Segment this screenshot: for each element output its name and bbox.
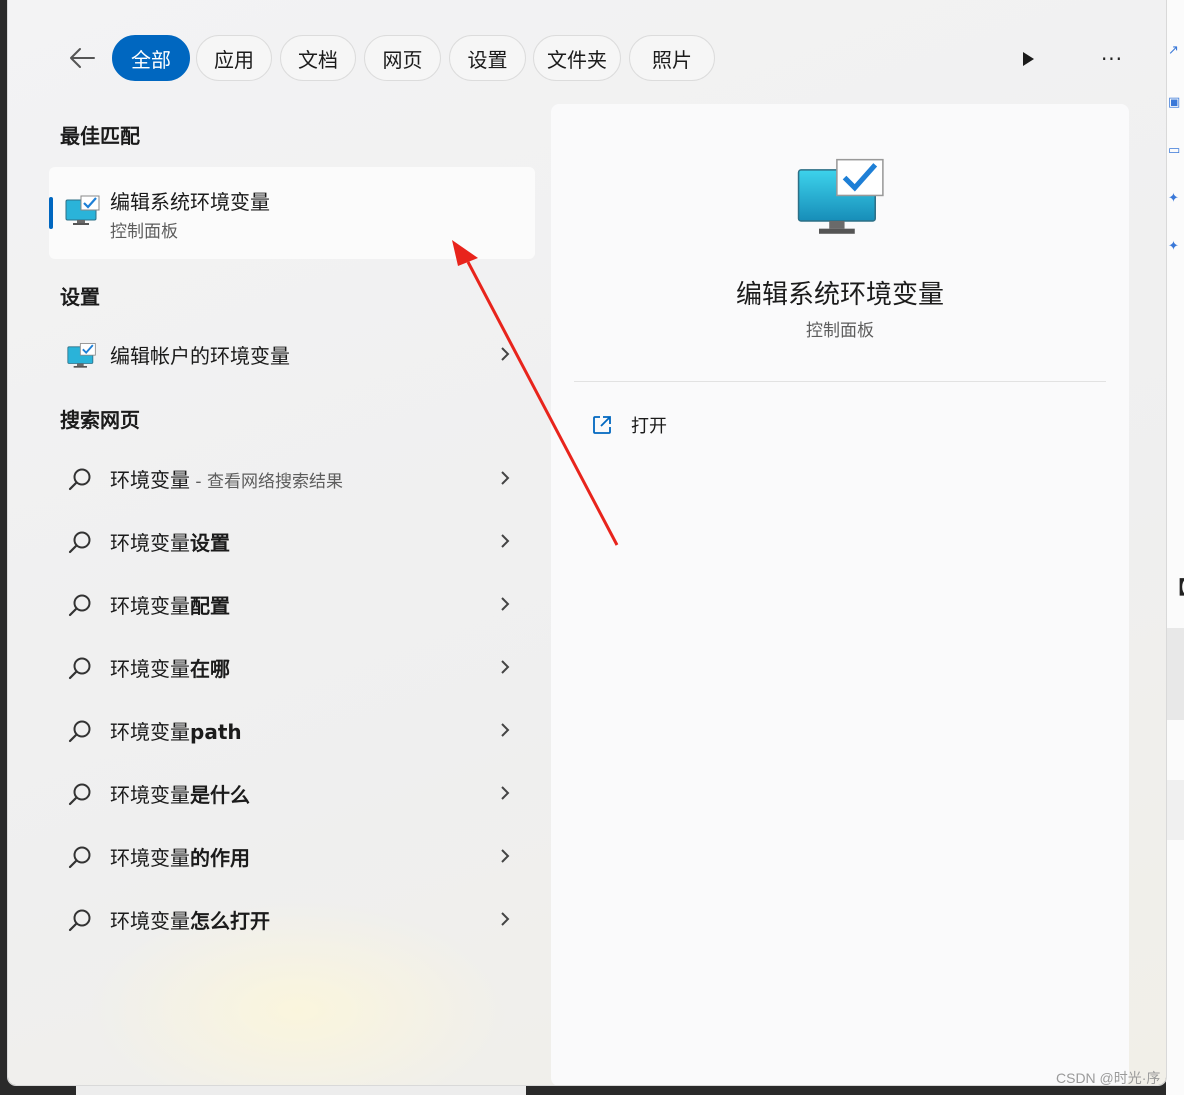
search-icon — [68, 594, 91, 617]
web-result-row[interactable]: 环境变量 - 查看网络搜索结果 — [49, 450, 535, 506]
chevron-right-icon — [501, 786, 510, 800]
chevron-right-icon — [501, 347, 510, 361]
result-subtitle: 控制面板 — [110, 222, 178, 242]
query-suggestion: path — [190, 720, 242, 744]
preview-subtitle: 控制面板 — [806, 321, 874, 341]
web-result-row[interactable]: 环境变量设置 — [49, 513, 535, 569]
web-result-row[interactable]: 环境变量在哪 — [49, 639, 535, 695]
query-text: 环境变量 — [110, 594, 190, 618]
background-text: 【 — [1168, 574, 1184, 600]
section-heading-best-match: 最佳匹配 — [60, 124, 140, 148]
query-text: 环境变量 — [110, 720, 190, 744]
web-result-text: 环境变量的作用 — [110, 842, 250, 871]
web-result-row[interactable]: 环境变量怎么打开 — [49, 891, 535, 947]
divider — [574, 381, 1106, 382]
web-result-row[interactable]: 环境变量path — [49, 702, 535, 758]
pin-icon: ✦ — [1168, 239, 1179, 254]
best-match-result[interactable]: 编辑系统环境变量 控制面板 — [49, 167, 535, 259]
search-icon — [68, 909, 91, 932]
selection-indicator — [49, 197, 53, 229]
background-window: ↗ ▣ ▭ ✦ ✦ 【 — [1166, 0, 1184, 1095]
chevron-right-icon — [501, 723, 510, 737]
chevron-right-icon — [501, 597, 510, 611]
web-result-text: 环境变量 - 查看网络搜索结果 — [110, 464, 343, 493]
search-flyout: 全部 应用 文档 网页 设置 文件夹 照片 ··· 最佳匹配 编辑系统环境变量 控制面板 设… — [8, 0, 1166, 1085]
background-block — [1166, 780, 1184, 840]
monitor-checkmark-icon — [65, 195, 100, 225]
query-text: 环境变量 — [110, 657, 190, 681]
web-result-text: 环境变量怎么打开 — [110, 905, 270, 934]
section-heading-web: 搜索网页 — [60, 408, 140, 432]
open-external-icon — [593, 416, 611, 434]
pin-icon: ✦ — [1168, 191, 1179, 206]
open-external-icon: ↗ — [1168, 43, 1179, 58]
shield-icon: ▣ — [1168, 95, 1181, 110]
query-text: 环境变量 — [110, 531, 190, 555]
watermark: CSDN @时光·序 — [1056, 1070, 1161, 1086]
search-icon — [68, 846, 91, 869]
chevron-right-icon — [501, 660, 510, 674]
open-label: 打开 — [631, 416, 667, 437]
query-suggestion: 配置 — [190, 594, 230, 618]
search-icon — [68, 783, 91, 806]
filter-tab[interactable]: 应用 — [196, 35, 272, 81]
search-icon — [68, 468, 91, 491]
section-heading-settings: 设置 — [60, 285, 100, 309]
search-icon — [68, 720, 91, 743]
taskbar-edge — [76, 1086, 526, 1095]
chevron-right-icon — [501, 912, 510, 926]
open-action[interactable]: 打开 — [591, 410, 667, 440]
query-suggestion: 在哪 — [190, 657, 230, 681]
more-options-button[interactable]: ··· — [1094, 44, 1130, 74]
result-title: 编辑帐户的环境变量 — [110, 344, 290, 368]
folder-icon: ▭ — [1168, 143, 1181, 158]
background-block — [1166, 628, 1184, 720]
query-text: 环境变量 — [110, 468, 190, 492]
more-horizontal-icon: ··· — [1100, 47, 1124, 71]
query-suggestion: 是什么 — [190, 783, 250, 807]
search-icon — [68, 531, 91, 554]
web-result-row[interactable]: 环境变量是什么 — [49, 765, 535, 821]
play-button[interactable] — [1013, 44, 1043, 74]
filter-tab[interactable]: 网页 — [364, 35, 441, 81]
preview-title: 编辑系统环境变量 — [735, 280, 944, 310]
preview-pane: 编辑系统环境变量 控制面板 打开 — [551, 104, 1129, 1085]
search-icon — [68, 657, 91, 680]
arrow-left-icon — [70, 48, 95, 68]
web-result-text: 环境变量是什么 — [110, 779, 250, 808]
search-hint: - 查看网络搜索结果 — [190, 472, 343, 492]
chevron-right-icon — [501, 849, 510, 863]
web-result-text: 环境变量path — [110, 716, 242, 745]
play-icon — [1023, 52, 1034, 66]
query-text: 环境变量 — [110, 846, 190, 870]
web-result-row[interactable]: 环境变量的作用 — [49, 828, 535, 884]
monitor-checkmark-icon — [67, 343, 96, 368]
filter-tab[interactable]: 文档 — [280, 35, 356, 81]
query-suggestion: 的作用 — [190, 846, 250, 870]
web-result-text: 环境变量设置 — [110, 527, 230, 556]
filter-tab[interactable]: 全部 — [112, 35, 190, 81]
web-result-row[interactable]: 环境变量配置 — [49, 576, 535, 632]
query-text: 环境变量 — [110, 909, 190, 933]
filter-tab[interactable]: 照片 — [629, 35, 715, 81]
monitor-checkmark-icon — [797, 158, 884, 234]
web-result-text: 环境变量配置 — [110, 590, 230, 619]
query-suggestion: 怎么打开 — [190, 909, 270, 933]
filter-tab[interactable]: 文件夹 — [533, 35, 621, 81]
chevron-right-icon — [501, 534, 510, 548]
settings-result-account-env[interactable]: 编辑帐户的环境变量 — [49, 326, 535, 382]
web-result-text: 环境变量在哪 — [110, 653, 230, 682]
result-title: 编辑系统环境变量 — [110, 190, 270, 214]
back-button[interactable] — [64, 40, 100, 76]
filter-tab[interactable]: 设置 — [449, 35, 526, 81]
query-text: 环境变量 — [110, 783, 190, 807]
query-suggestion: 设置 — [190, 531, 230, 555]
chevron-right-icon — [501, 471, 510, 485]
